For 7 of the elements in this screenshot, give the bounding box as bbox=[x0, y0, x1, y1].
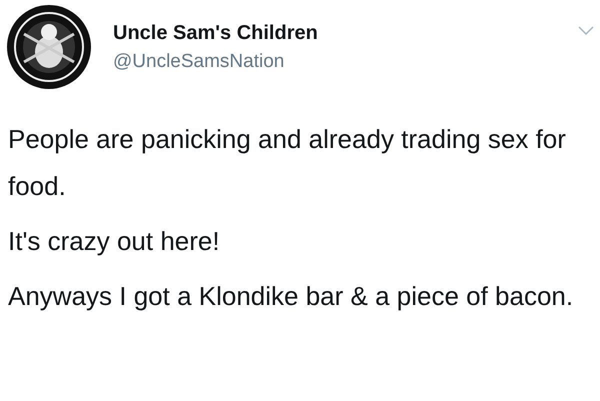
tweet-paragraph: Anyways I got a Klondike bar & a piece of bacon. bbox=[8, 280, 574, 313]
author-name: Uncle Sam's Children bbox=[113, 20, 318, 46]
avatar-emblem-icon bbox=[6, 4, 92, 90]
chevron-down-icon[interactable] bbox=[578, 26, 594, 36]
author-handle: @UncleSamsNation bbox=[113, 50, 286, 74]
tweet-paragraph: It's crazy out here! bbox=[8, 225, 221, 258]
tweet-paragraph: People are panicking and already trading sex for food. bbox=[8, 123, 567, 203]
